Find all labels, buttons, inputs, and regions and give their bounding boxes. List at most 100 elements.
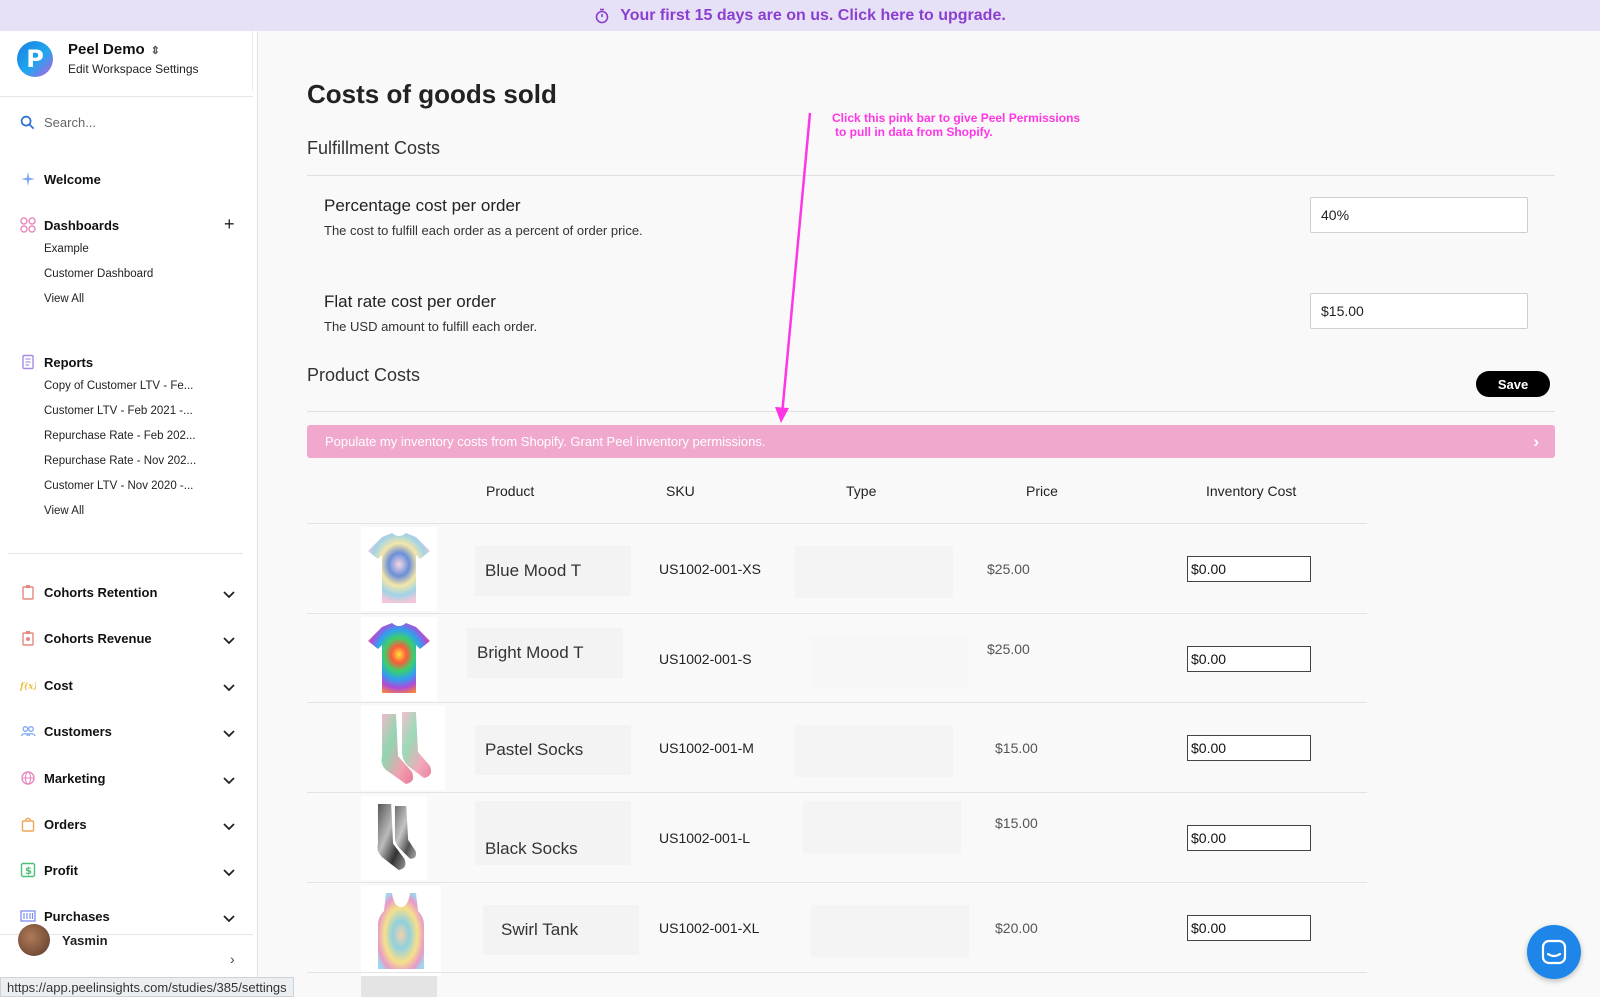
sidebar-subitem[interactable]: Customer LTV - Nov 2020 -...	[44, 480, 193, 492]
inventory-cost-input[interactable]	[1187, 735, 1311, 761]
tank-top-image	[378, 893, 424, 969]
product-name: Pastel Socks	[475, 725, 631, 775]
workspace-switcher[interactable]: P Peel Demo ⇕ Edit Workspace Settings	[0, 31, 253, 91]
save-button[interactable]: Save	[1476, 371, 1550, 397]
inventory-cost-input[interactable]	[1187, 646, 1311, 672]
sidebar-item-dashboards[interactable]: Dashboards	[20, 217, 119, 233]
sidebar-subitem[interactable]: Example	[44, 243, 89, 255]
product-sku: US1002-001-L	[659, 830, 751, 846]
chat-support-button[interactable]	[1527, 925, 1581, 979]
product-price: $25.00	[987, 641, 1030, 657]
sidebar-item-label: Welcome	[44, 171, 101, 187]
product-sku: US1002-001-M	[659, 740, 754, 756]
product-type	[795, 546, 953, 598]
chevron-right-icon[interactable]: ›	[230, 951, 235, 967]
peel-logo: P	[17, 41, 53, 77]
inventory-cost-input[interactable]	[1187, 915, 1311, 941]
product-sku: US1002-001-XL	[659, 920, 760, 936]
divider	[307, 411, 1555, 412]
globe-icon	[21, 771, 35, 785]
column-header-price: Price	[1026, 483, 1058, 499]
add-dashboard-icon[interactable]: +	[224, 214, 235, 235]
sidebar-subitem[interactable]: Customer LTV - Feb 2021 -...	[44, 405, 193, 417]
percentage-cost-label: Percentage cost per order	[324, 196, 521, 215]
sidebar-item-cohorts-revenue[interactable]: Cohorts Revenue	[20, 630, 152, 646]
flat-rate-cost-input[interactable]	[1310, 293, 1528, 329]
flat-rate-cost-desc: The USD amount to fulfill each order.	[324, 319, 538, 334]
sidebar-subitem[interactable]: Customer Dashboard	[44, 268, 153, 280]
svg-text:$: $	[25, 866, 32, 877]
column-header-sku: SKU	[666, 483, 695, 499]
percentage-cost-input[interactable]	[1310, 197, 1528, 233]
sidebar-item-marketing[interactable]: Marketing	[20, 770, 105, 786]
product-name: Swirl Tank	[483, 905, 639, 955]
sidebar-item-purchases[interactable]: Purchases	[20, 908, 110, 924]
sidebar-item-label: Marketing	[44, 770, 106, 786]
upgrade-banner[interactable]: Your first 15 days are on us. Click here…	[0, 0, 1600, 31]
table-row: Bright Mood T US1002-001-S $25.00	[307, 613, 1367, 703]
search-icon	[20, 115, 35, 130]
workspace-name[interactable]: Peel Demo ⇕	[68, 41, 160, 58]
divider	[0, 96, 253, 97]
annotation-line: Click this pink bar to give Peel Permiss…	[832, 111, 1081, 125]
product-price: $20.00	[995, 920, 1038, 936]
chevron-down-icon[interactable]	[222, 726, 236, 740]
edit-workspace-settings-link[interactable]: Edit Workspace Settings	[68, 62, 199, 76]
product-costs-heading: Product Costs	[307, 365, 421, 385]
divider	[8, 553, 243, 554]
page-title: Costs of goods sold	[307, 79, 557, 109]
sidebar-subitem[interactable]: View All	[44, 505, 84, 517]
sidebar-subitem[interactable]: Copy of Customer LTV - Fe...	[44, 380, 193, 392]
annotation-note: Click this pink bar to give Peel Permiss…	[832, 111, 1080, 139]
sidebar-item-cohorts-retention[interactable]: Cohorts Retention	[20, 584, 157, 600]
sidebar-subitem[interactable]: Repurchase Rate - Feb 202...	[44, 430, 196, 442]
column-header-product: Product	[486, 483, 535, 499]
barcode-icon	[20, 910, 36, 922]
sidebar-item-customers[interactable]: Customers	[20, 723, 112, 739]
divider	[307, 175, 1555, 176]
sidebar-item-cost[interactable]: f(x) Cost	[20, 677, 73, 693]
inventory-cost-input[interactable]	[1187, 825, 1311, 851]
chevron-down-icon[interactable]	[222, 680, 236, 694]
chevron-down-icon[interactable]	[222, 587, 236, 601]
svg-text:f(x): f(x)	[20, 681, 36, 692]
stopwatch-icon	[595, 8, 609, 23]
search-placeholder: Search...	[44, 115, 97, 130]
chevron-down-icon[interactable]	[222, 819, 236, 833]
sidebar-item-label: Reports	[44, 354, 94, 370]
sidebar-item-profit[interactable]: $ Profit	[20, 862, 78, 878]
dollar-icon: $	[20, 862, 36, 878]
banner-text: Your first 15 days are on us. Click here…	[620, 6, 1006, 24]
main-content: Costs of goods sold Fulfillment Costs Pe…	[258, 31, 1600, 997]
sidebar-item-label: Orders	[44, 816, 87, 832]
product-name: Black Socks	[475, 801, 631, 865]
column-header-inventory-cost: Inventory Cost	[1206, 483, 1297, 499]
chevron-down-icon[interactable]	[222, 633, 236, 647]
fulfillment-costs-heading: Fulfillment Costs	[307, 138, 441, 158]
product-price: $15.00	[995, 815, 1038, 831]
search-input[interactable]: Search...	[20, 115, 96, 130]
user-menu[interactable]: Yasmin	[18, 924, 108, 956]
user-name: Yasmin	[62, 932, 108, 948]
product-type	[811, 636, 969, 688]
chevron-down-icon[interactable]	[222, 865, 236, 879]
avatar	[18, 924, 50, 956]
chevron-down-icon[interactable]	[222, 773, 236, 787]
sidebar-subitem[interactable]: View All	[44, 293, 84, 305]
chevron-down-icon[interactable]	[222, 911, 236, 925]
sidebar-item-label: Cost	[44, 677, 73, 693]
shopify-permissions-bar[interactable]: Populate my inventory costs from Shopify…	[307, 425, 1555, 458]
status-bar-url: https://app.peelinsights.com/studies/385…	[0, 977, 294, 997]
sidebar-subitem[interactable]: Repurchase Rate - Nov 202...	[44, 455, 196, 467]
sidebar-item-welcome[interactable]: Welcome	[20, 171, 101, 187]
column-header-type: Type	[846, 483, 877, 499]
cohort-icon	[22, 585, 34, 600]
inventory-cost-input[interactable]	[1187, 556, 1311, 582]
table-row	[307, 972, 1367, 997]
table-row: Blue Mood T US1002-001-XS $25.00	[307, 523, 1367, 613]
sidebar-item-orders[interactable]: Orders	[20, 816, 87, 832]
product-image	[361, 886, 441, 976]
document-icon	[22, 354, 34, 370]
sidebar-item-reports[interactable]: Reports	[20, 354, 93, 370]
sidebar-item-label: Cohorts Revenue	[44, 630, 152, 646]
